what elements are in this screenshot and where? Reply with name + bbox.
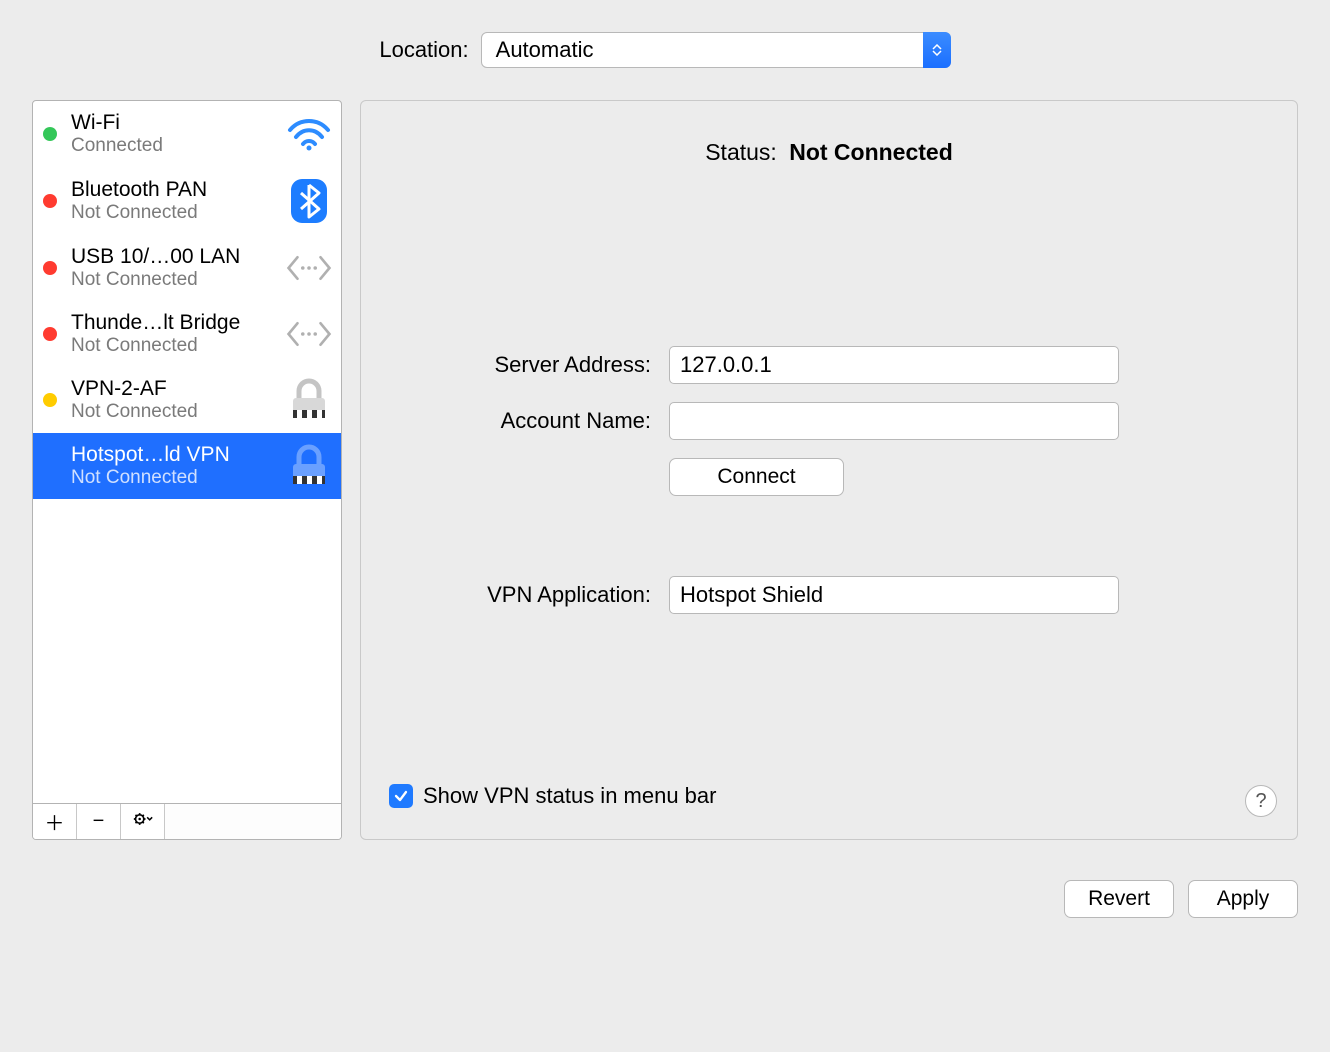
show-vpn-status-checkbox[interactable]: [389, 784, 413, 808]
help-button[interactable]: ?: [1245, 785, 1277, 817]
location-select[interactable]: Automatic: [481, 32, 951, 68]
gear-icon: [133, 810, 153, 833]
service-status: Not Connected: [71, 202, 275, 224]
ethernet-icon: [285, 250, 333, 286]
revert-button[interactable]: Revert: [1064, 880, 1174, 918]
service-item-3[interactable]: Thunde…lt BridgeNot Connected: [33, 301, 341, 367]
service-name: VPN-2-AF: [71, 377, 275, 401]
service-name: Thunde…lt Bridge: [71, 311, 275, 335]
checkmark-icon: [393, 788, 409, 804]
server-address-label: Server Address:: [389, 352, 669, 378]
service-status: Not Connected: [71, 335, 275, 357]
status-label: Status:: [705, 139, 777, 165]
service-name: Hotspot…ld VPN: [71, 443, 275, 467]
wifi-icon: [285, 116, 333, 152]
status-dot-icon: [43, 327, 57, 341]
apply-button[interactable]: Apply: [1188, 880, 1298, 918]
vpn-application-input[interactable]: [669, 576, 1119, 614]
minus-icon: −: [93, 810, 105, 833]
bluetooth-icon: [285, 177, 333, 225]
service-item-4[interactable]: VPN-2-AFNot Connected: [33, 367, 341, 433]
ethernet-icon: [285, 316, 333, 352]
service-name: Bluetooth PAN: [71, 178, 275, 202]
select-stepper-icon: [923, 32, 951, 68]
remove-service-button[interactable]: −: [77, 804, 121, 839]
location-label: Location:: [379, 37, 468, 63]
add-service-button[interactable]: ＋: [33, 804, 77, 839]
status-dot-icon: [43, 194, 57, 208]
service-item-1[interactable]: Bluetooth PANNot Connected: [33, 167, 341, 235]
service-status: Not Connected: [71, 269, 275, 291]
lock-icon: [285, 378, 333, 422]
lock-icon: [285, 444, 333, 488]
location-value: Automatic: [496, 37, 594, 63]
service-item-0[interactable]: Wi-FiConnected: [33, 101, 341, 167]
vpn-application-label: VPN Application:: [389, 582, 669, 608]
status-dot-icon: [43, 393, 57, 407]
actions-menu-button[interactable]: [121, 804, 165, 839]
show-vpn-status-label: Show VPN status in menu bar: [423, 783, 716, 809]
server-address-input[interactable]: [669, 346, 1119, 384]
status-dot-icon: [43, 261, 57, 275]
service-status: Connected: [71, 135, 275, 157]
service-detail-panel: Status: Not Connected Server Address: Ac…: [360, 100, 1298, 840]
service-name: USB 10/…00 LAN: [71, 245, 275, 269]
service-name: Wi-Fi: [71, 111, 275, 135]
account-name-label: Account Name:: [389, 408, 669, 434]
status-value: Not Connected: [789, 139, 953, 165]
account-name-input[interactable]: [669, 402, 1119, 440]
service-status: Not Connected: [71, 401, 275, 423]
service-status: Not Connected: [71, 467, 275, 489]
service-item-5[interactable]: Hotspot…ld VPNNot Connected: [33, 433, 341, 499]
plus-icon: ＋: [45, 807, 65, 836]
status-dot-icon: [43, 127, 57, 141]
service-item-2[interactable]: USB 10/…00 LANNot Connected: [33, 235, 341, 301]
connect-button[interactable]: Connect: [669, 458, 844, 496]
network-services-sidebar: Wi-FiConnectedBluetooth PANNot Connected…: [32, 100, 342, 840]
